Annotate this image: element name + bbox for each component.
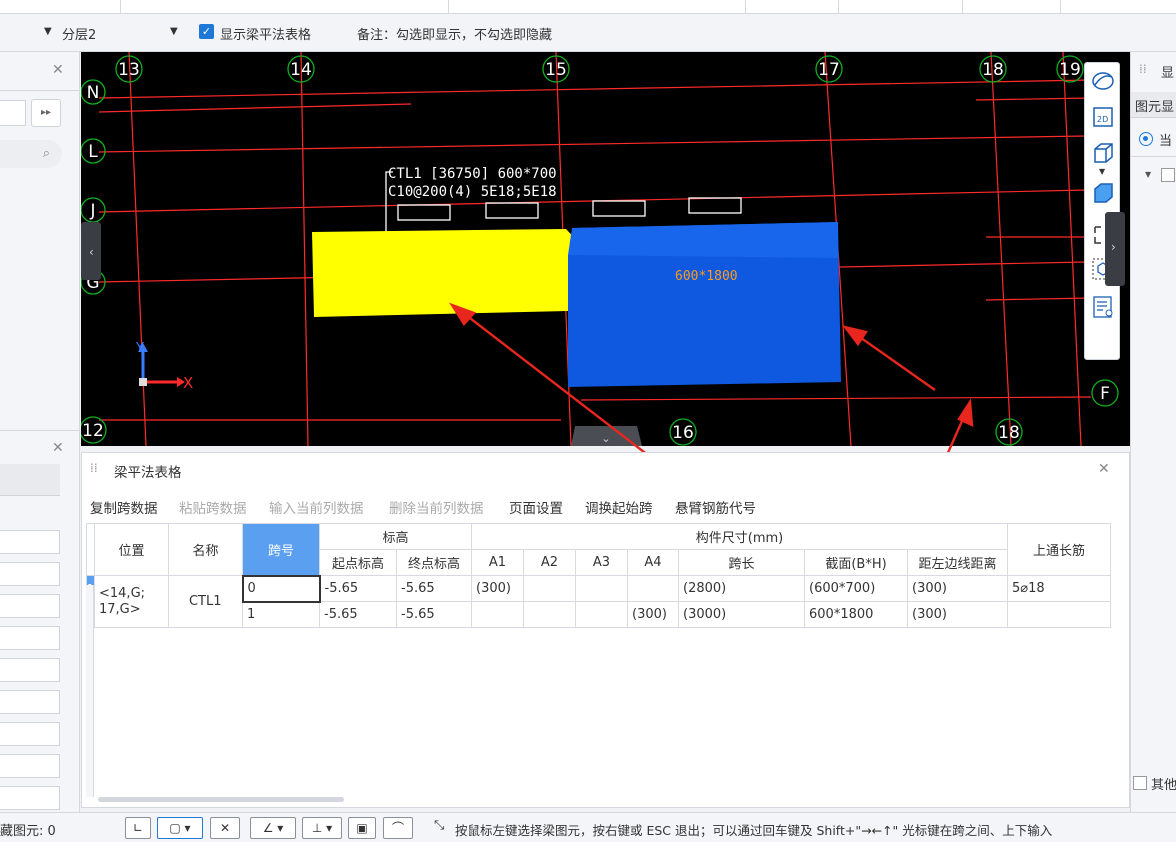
radio-label: 当: [1159, 134, 1173, 149]
radio-current[interactable]: [1139, 132, 1153, 146]
col-a3[interactable]: A3: [575, 549, 628, 576]
cell-name[interactable]: CTL1: [168, 575, 243, 628]
cell-end-elev[interactable]: -5.65: [396, 601, 472, 628]
cell-a4[interactable]: (300): [627, 601, 679, 628]
col-span[interactable]: 跨号: [242, 523, 320, 576]
ortho-icon[interactable]: ∟: [125, 817, 151, 839]
col-a1[interactable]: A1: [471, 549, 524, 576]
page-setup-button[interactable]: 页面设置: [509, 497, 563, 517]
col-edge-dist[interactable]: 距左边线距离: [907, 549, 1008, 576]
paste-span-button[interactable]: 粘贴跨数据: [179, 497, 247, 517]
cell-span-length[interactable]: (2800): [678, 575, 805, 602]
cell-a3[interactable]: [575, 601, 628, 628]
cell-a3[interactable]: [575, 575, 628, 602]
cell-edge-dist[interactable]: (300): [907, 601, 1008, 628]
annotation-arrowhead: [841, 325, 868, 347]
col-size-group: 构件尺寸(mm): [471, 523, 1008, 550]
cross-select-icon[interactable]: ✕: [210, 817, 240, 839]
resize-hint-icon: ⤡: [434, 818, 445, 833]
col-section[interactable]: 截面(B*H): [804, 549, 908, 576]
cell-a1[interactable]: [471, 601, 524, 628]
drag-handle-icon[interactable]: ⁞⁞: [1139, 62, 1147, 76]
status-bar: 藏图元: 0 ∟ ▢ ▾ ✕ ∠ ▾ ⊥ ▾ ▣ ⌒ ⤡ 按鼠标左键选择梁图元，…: [0, 812, 1176, 842]
cell-top-bar[interactable]: [1007, 601, 1111, 628]
close-icon[interactable]: ✕: [1098, 461, 1110, 477]
panel-header: ⁞⁞ 梁平法表格 ✕: [82, 453, 1129, 487]
cell-span-editing[interactable]: 0: [241, 574, 321, 603]
divider: [1131, 156, 1176, 157]
cell-a1[interactable]: (300): [471, 575, 524, 602]
tab-display[interactable]: 图元显: [1131, 92, 1176, 118]
display-icon[interactable]: ▣: [348, 817, 376, 839]
swap-start-span-button[interactable]: 调换起始跨: [585, 497, 653, 517]
cell-a2[interactable]: [523, 575, 576, 602]
row-gutter: [86, 585, 94, 797]
cell-end-elev[interactable]: -5.65: [396, 575, 472, 602]
other-checkbox[interactable]: [1133, 776, 1147, 790]
drag-handle-icon[interactable]: ⁞⁞: [90, 461, 98, 475]
cell-start-elev[interactable]: -5.65: [319, 601, 397, 628]
col-top-bar[interactable]: 上通长筋: [1007, 523, 1111, 576]
col-a2[interactable]: A2: [523, 549, 576, 576]
col-name[interactable]: 名称: [168, 523, 243, 576]
row-num-header: [86, 523, 95, 576]
status-hint: 按鼠标左键选择梁图元，按右键或 ESC 退出；可以通过回车键及 Shift+"→…: [455, 823, 1053, 838]
cell-top-bar[interactable]: 5⌀18: [1007, 575, 1111, 602]
curve-icon[interactable]: ⌒: [383, 817, 413, 839]
cell-section[interactable]: 600*1800: [804, 601, 908, 628]
cell-span[interactable]: 1: [242, 601, 320, 628]
chevron-down-icon[interactable]: ▼: [1145, 170, 1151, 179]
horizontal-scrollbar[interactable]: [98, 797, 344, 802]
tree-checkbox[interactable]: [1161, 168, 1175, 182]
cell-section[interactable]: (600*700): [804, 575, 908, 602]
col-start-elev[interactable]: 起点标高: [319, 549, 397, 576]
angle-icon[interactable]: ∠ ▾: [250, 817, 296, 839]
cantilever-code-button[interactable]: 悬臂钢筋代号: [675, 497, 756, 517]
snap-icon[interactable]: ⊥ ▾: [302, 817, 342, 839]
cell-edge-dist[interactable]: (300): [907, 575, 1008, 602]
copy-span-button[interactable]: 复制跨数据: [90, 497, 158, 517]
col-elevation-group: 标高: [319, 523, 472, 550]
other-label: 其他: [1151, 778, 1176, 793]
panel-title: 梁平法表格: [114, 465, 182, 481]
beam-table-panel: ⁞⁞ 梁平法表格 ✕ 复制跨数据 粘贴跨数据 输入当前列数据 删除当前列数据 页…: [81, 452, 1130, 808]
cell-position[interactable]: <14,G; 17,G>: [94, 575, 169, 628]
hidden-count: 藏图元: 0: [0, 824, 56, 839]
col-span-length[interactable]: 跨长: [678, 549, 805, 576]
beam-table: 位置 名称 跨号 标高 构件尺寸(mm) 上通长筋 起点标高 终点标高 A1 A…: [86, 523, 1111, 628]
cell-start-elev[interactable]: -5.65: [319, 575, 397, 602]
panel-title: 显: [1161, 66, 1175, 81]
right-panel: ⁞⁞ 显 图元显 当 ▼ 其他: [1130, 52, 1176, 812]
col-a4[interactable]: A4: [627, 549, 679, 576]
input-column-button[interactable]: 输入当前列数据: [269, 497, 364, 517]
col-position[interactable]: 位置: [94, 523, 169, 576]
select-box-icon[interactable]: ▢ ▾: [157, 817, 203, 839]
cell-a2[interactable]: [523, 601, 576, 628]
annotation-arrow: [853, 332, 936, 391]
cell-span-length[interactable]: (3000): [678, 601, 805, 628]
cell-a4[interactable]: [627, 575, 679, 602]
annotation-arrowhead: [449, 302, 477, 326]
delete-column-button[interactable]: 删除当前列数据: [389, 497, 484, 517]
table-row[interactable]: 1 <14,G; 17,G> CTL1 0 -5.65 -5.65 (300) …: [86, 574, 1111, 628]
col-end-elev[interactable]: 终点标高: [396, 549, 472, 576]
